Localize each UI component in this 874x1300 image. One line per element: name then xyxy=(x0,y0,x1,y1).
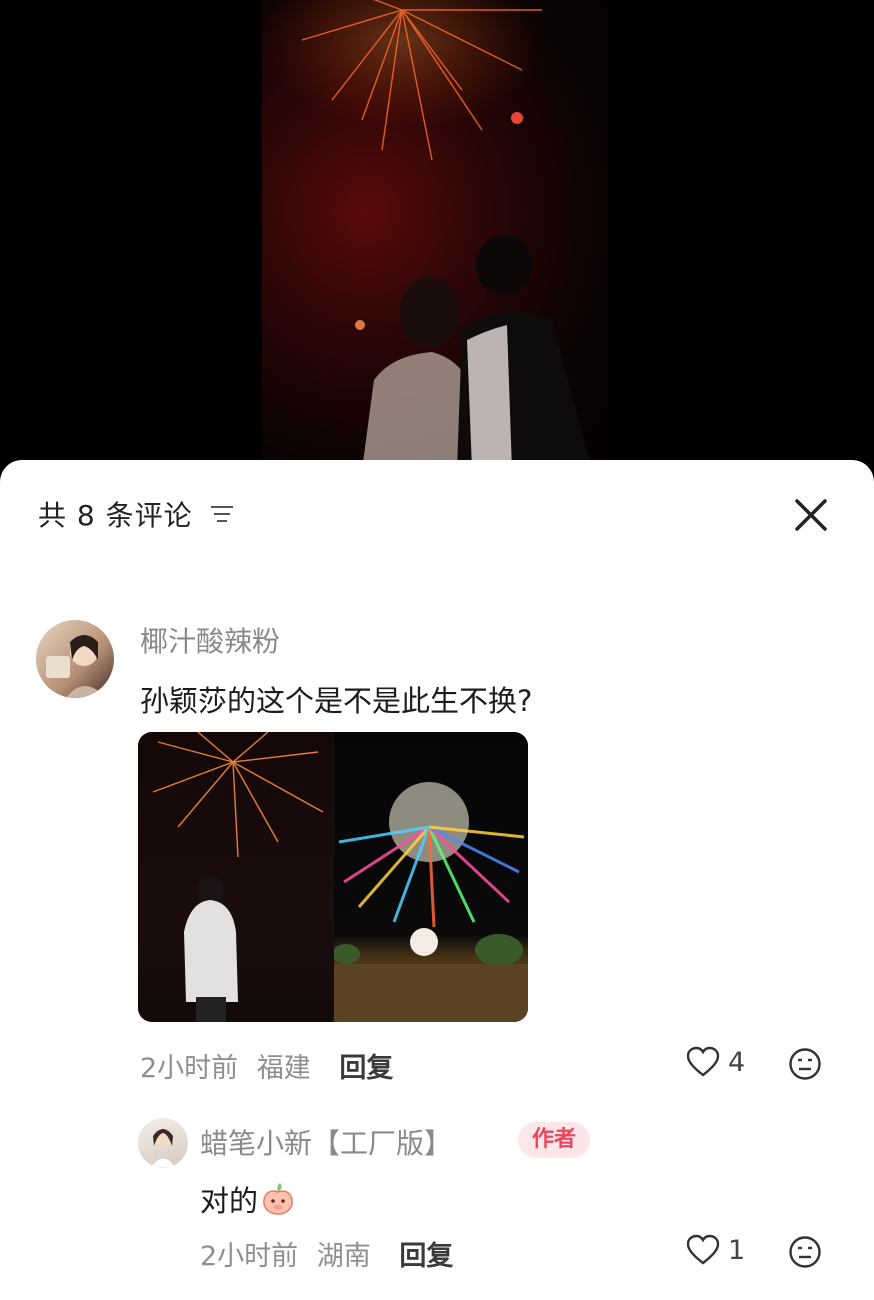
comment-image-right[interactable] xyxy=(332,732,528,1022)
peach-emoji-icon xyxy=(263,1183,293,1215)
video-background xyxy=(0,0,874,480)
video-frame[interactable] xyxy=(262,0,608,470)
avatar[interactable] xyxy=(36,620,114,698)
reply-location: 湖南 xyxy=(316,1241,371,1272)
comment-count-title: 共 8 条评论 xyxy=(38,499,193,532)
comment-text: 孙颖莎的这个是不是此生不换? xyxy=(140,684,533,718)
author-badge: 作者 xyxy=(518,1122,591,1158)
reply-button[interactable]: 回复 xyxy=(339,1053,393,1084)
reply-button[interactable]: 回复 xyxy=(399,1241,453,1272)
avatar[interactable] xyxy=(138,1118,188,1168)
sheet-header: 共 8 条评论 xyxy=(38,494,235,534)
comment-username[interactable]: 椰汁酸辣粉 xyxy=(140,620,280,660)
comment-meta: 2小时前 福建 回复 xyxy=(140,1046,393,1085)
emoji-icon[interactable] xyxy=(788,1235,822,1269)
close-icon[interactable] xyxy=(792,496,830,534)
sort-icon[interactable] xyxy=(209,503,235,525)
fireworks-scene-image xyxy=(262,0,592,470)
like-count: 1 xyxy=(728,1234,746,1266)
comment-location: 福建 xyxy=(256,1053,311,1084)
comment-image-left[interactable] xyxy=(138,732,332,1022)
reply-time: 2小时前 xyxy=(200,1241,299,1272)
emoji-icon[interactable] xyxy=(788,1047,822,1081)
like-count: 4 xyxy=(728,1046,746,1078)
comments-sheet: 共 8 条评论 椰汁酸辣粉 孙颖莎的这个是不是此生不换? 2小时前 福建 回复 … xyxy=(0,460,874,1300)
heart-icon xyxy=(686,1234,720,1265)
heart-icon xyxy=(686,1046,720,1077)
reply-username[interactable]: 蜡笔小新【工厂版】 xyxy=(200,1122,452,1162)
reply-text-row: 对的 xyxy=(200,1178,296,1220)
like-button[interactable]: 1 xyxy=(686,1234,745,1266)
comment-time: 2小时前 xyxy=(140,1053,239,1084)
comment-images[interactable] xyxy=(138,732,528,1022)
reply-meta: 2小时前 湖南 回复 xyxy=(200,1234,453,1273)
reply-text: 对的 xyxy=(200,1184,259,1218)
like-button[interactable]: 4 xyxy=(686,1046,745,1078)
